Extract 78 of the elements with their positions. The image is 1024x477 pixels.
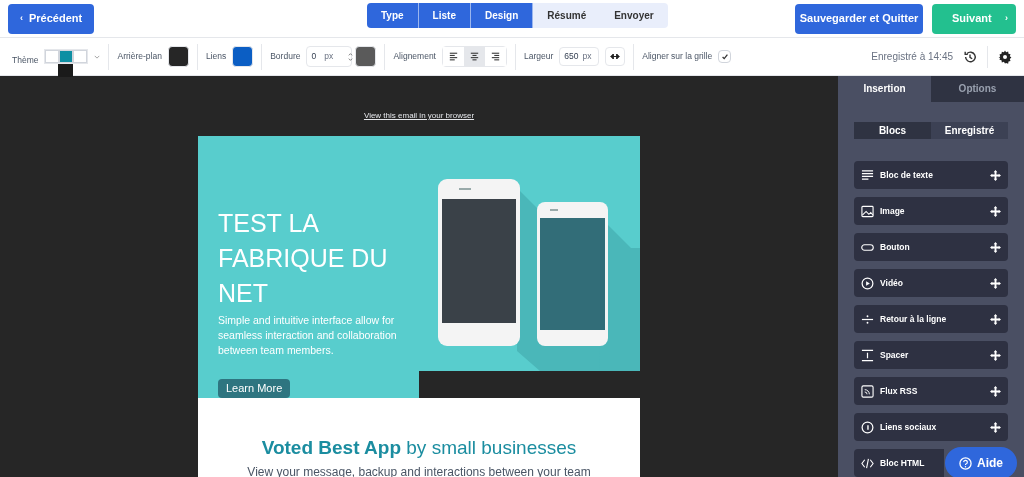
- width-field[interactable]: 650 px: [559, 47, 600, 66]
- block-item[interactable]: Spacer: [854, 341, 1008, 369]
- block-label: Flux RSS: [880, 384, 918, 398]
- grid-label: Aligner sur la grille: [642, 50, 713, 63]
- step-tab[interactable]: Type: [367, 3, 419, 28]
- align-right-icon: [490, 52, 501, 61]
- divide-icon: [861, 312, 874, 326]
- theme-swatch[interactable]: [73, 50, 88, 63]
- links-color-swatch[interactable]: [232, 46, 254, 67]
- step-tab[interactable]: Liste: [418, 3, 471, 28]
- block-item[interactable]: Liens sociaux: [854, 413, 1008, 441]
- align-center-button[interactable]: [464, 47, 485, 66]
- hero-text: Simple and intuitive interface allow for seamless interaction and collaboration between team members.: [218, 313, 398, 358]
- block-item[interactable]: Vidéo: [854, 269, 1008, 297]
- stepper-icon[interactable]: [348, 50, 354, 63]
- border-width-field[interactable]: 0 px: [306, 46, 353, 67]
- move-icon[interactable]: [990, 421, 1001, 433]
- block-item[interactable]: Image: [854, 197, 1008, 225]
- move-icon[interactable]: [990, 205, 1001, 217]
- theme-swatch[interactable]: [59, 50, 74, 63]
- settings-icon[interactable]: [998, 49, 1012, 64]
- grid-checkbox[interactable]: [718, 50, 732, 63]
- double-arrow-icon: [610, 53, 621, 60]
- move-icon[interactable]: [990, 277, 1001, 289]
- save-quit-button[interactable]: Sauvegarder et Quitter: [795, 3, 923, 34]
- background-label: Arrière-plan: [117, 50, 162, 63]
- check-icon: [720, 52, 729, 61]
- block-label: Vidéo: [880, 276, 903, 290]
- hero-title: TEST LA FABRIQUE DU NET: [218, 208, 389, 309]
- image-icon: [861, 204, 874, 218]
- history-icon[interactable]: [963, 49, 977, 64]
- step-tab[interactable]: Envoyer: [600, 3, 668, 28]
- block-label: Spacer: [880, 348, 909, 362]
- links-label: Liens: [205, 50, 227, 63]
- help-icon: [959, 456, 972, 470]
- block-item[interactable]: Flux RSS: [854, 377, 1008, 405]
- move-icon[interactable]: [990, 385, 1001, 397]
- block-label: Liens sociaux: [880, 420, 937, 434]
- background-color-swatch[interactable]: [167, 46, 189, 67]
- section-title: Voted Best App by small businesses: [261, 436, 577, 460]
- browser-link[interactable]: View this email in your browser: [363, 110, 475, 122]
- help-button[interactable]: Aide: [945, 447, 1017, 477]
- move-icon[interactable]: [990, 349, 1001, 361]
- full-width-button[interactable]: [605, 47, 626, 66]
- code-icon: [861, 456, 874, 470]
- alignment-label: Alignement: [393, 50, 436, 63]
- align-center-icon: [469, 52, 480, 61]
- play-icon: [861, 276, 874, 290]
- block-item[interactable]: Bloc de texte: [854, 161, 1008, 189]
- block-label: Image: [880, 204, 905, 218]
- learn-more-button[interactable]: Learn More: [218, 379, 291, 398]
- step-tab[interactable]: Résumé: [533, 3, 601, 28]
- block-label: Bloc HTML: [880, 456, 925, 470]
- move-icon[interactable]: [990, 169, 1001, 181]
- saved-status: Enregistré à 14:45: [871, 50, 953, 64]
- panel-subtab[interactable]: Blocs: [854, 121, 931, 139]
- panel-tab[interactable]: Options: [931, 76, 1024, 102]
- align-left-icon: [448, 52, 459, 61]
- block-label: Bloc de texte: [880, 168, 933, 182]
- theme-swatch[interactable]: [45, 50, 60, 63]
- block-label: Bouton: [880, 240, 910, 254]
- move-icon[interactable]: [990, 241, 1001, 253]
- border-label: Bordure: [270, 50, 301, 63]
- back-button[interactable]: ‹ Précédent: [8, 3, 95, 34]
- block-label: Retour à la ligne: [880, 312, 947, 326]
- circle-icon: [861, 420, 874, 434]
- theme-label: Thème: [12, 54, 39, 67]
- width-label: Largeur: [524, 50, 554, 63]
- panel-subtab[interactable]: Enregistré: [931, 121, 1008, 139]
- block-item[interactable]: Retour à la ligne: [854, 305, 1008, 333]
- block-item[interactable]: Bloc HTML: [854, 449, 944, 477]
- step-tab[interactable]: Design: [470, 3, 534, 28]
- move-icon[interactable]: [990, 313, 1001, 325]
- spacer-icon: [861, 348, 874, 362]
- border-color-swatch[interactable]: [355, 46, 377, 67]
- block-item[interactable]: Bouton: [854, 233, 1008, 261]
- rss-icon: [861, 384, 874, 398]
- lines-icon: [861, 168, 874, 182]
